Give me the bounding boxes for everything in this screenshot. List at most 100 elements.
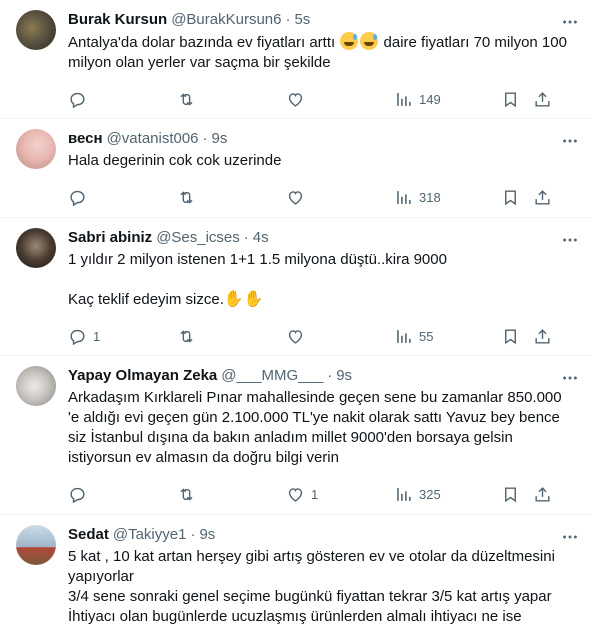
heart-icon: [288, 329, 303, 344]
retweet-button[interactable]: [177, 327, 286, 346]
tweet-time[interactable]: 9s: [199, 525, 215, 545]
separator-dot: ·: [327, 367, 333, 384]
heart-icon: [288, 190, 303, 205]
tweet[interactable]: весн @vatanist006 · 9s Hala degerinin co…: [0, 119, 592, 218]
avatar[interactable]: [16, 129, 56, 169]
views-button[interactable]: 55: [394, 327, 501, 346]
reply-icon: [70, 92, 85, 108]
bookmark-button[interactable]: [501, 188, 533, 207]
reply-icon: [70, 190, 85, 206]
author-handle[interactable]: @BurakKursun6: [171, 10, 281, 30]
sweat-smile-emoji: [360, 32, 379, 50]
tweet-text: Arkadaşım Kırklareli Pınar mahallesinde …: [68, 388, 576, 468]
share-icon: [535, 486, 550, 502]
tweet-text-line: Hala degerinin cok cok uzerinde: [68, 152, 282, 169]
author-handle[interactable]: @Takiyye1: [113, 525, 187, 545]
tweet-time[interactable]: 4s: [253, 228, 269, 248]
author-name[interactable]: Sedat: [68, 525, 109, 545]
views-icon: [397, 190, 411, 204]
bookmark-icon: [505, 328, 516, 344]
author-handle[interactable]: @vatanist006: [107, 129, 199, 149]
tweet-header: Sedat @Takiyye1 · 9s: [68, 525, 576, 545]
tweet-header: Burak Kursun @BurakKursun6 · 5s: [68, 10, 576, 30]
like-button[interactable]: [286, 188, 394, 207]
author-handle[interactable]: @Ses_icses: [156, 228, 240, 248]
avatar[interactable]: [16, 525, 56, 565]
tweet-text-line: İhtiyacı olan bugünlerde ucuzlaşmış ürün…: [68, 608, 522, 625]
bookmark-button[interactable]: [501, 327, 533, 346]
tweet-body: Burak Kursun @BurakKursun6 · 5s Antalya'…: [68, 10, 576, 118]
views-button[interactable]: 318: [394, 188, 501, 207]
tweet-actions: 149: [68, 77, 576, 121]
avatar[interactable]: [16, 10, 56, 50]
views-count: 149: [419, 91, 441, 107]
author-handle[interactable]: @___MMG___: [221, 366, 323, 386]
separator-dot: ·: [285, 11, 291, 28]
more-options-icon[interactable]: [560, 131, 580, 151]
avatar[interactable]: [16, 366, 56, 406]
tweet-time[interactable]: 5s: [294, 10, 310, 30]
tweet-text-part: Antalya'da dolar bazında ev fiyatları ar…: [68, 34, 340, 51]
bookmark-icon: [505, 486, 516, 502]
tweet-text-line: istiyorsun ev almasın da doğru bilgi ver…: [68, 449, 339, 466]
retweet-button[interactable]: [177, 188, 286, 207]
author-name[interactable]: Sabri abiniz: [68, 228, 152, 248]
tweet-text-line: 'e aldığı evi geçen gün 2.100.000 TL'ye …: [68, 409, 560, 426]
tweet-time[interactable]: 9s: [212, 129, 228, 149]
tweet-body: весн @vatanist006 · 9s Hala degerinin co…: [68, 129, 576, 217]
sweat-smile-emoji: [340, 32, 359, 50]
separator-dot: ·: [243, 229, 249, 246]
tweet[interactable]: Burak Kursun @BurakKursun6 · 5s Antalya'…: [0, 0, 592, 119]
tweet-text-line: 5 kat , 10 kat artan herşey gibi artış g…: [68, 548, 555, 565]
tweet[interactable]: Sabri abiniz @Ses_icses · 4s 1 yıldır 2 …: [0, 218, 592, 356]
views-button[interactable]: 149: [394, 90, 501, 109]
bookmark-icon: [505, 189, 516, 205]
tweet-header: Sabri abiniz @Ses_icses · 4s: [68, 228, 576, 248]
tweet-header: весн @vatanist006 · 9s: [68, 129, 576, 149]
like-button[interactable]: [286, 327, 394, 346]
share-button[interactable]: [533, 485, 553, 504]
tweet[interactable]: Yapay Olmayan Zeka @___MMG___ · 9s Arkad…: [0, 356, 592, 515]
bookmark-icon: [505, 91, 516, 107]
reply-icon: [70, 487, 85, 503]
like-button[interactable]: [286, 90, 394, 109]
reply-button[interactable]: [68, 485, 177, 504]
tweet[interactable]: Sedat @Takiyye1 · 9s 5 kat , 10 kat arta…: [0, 515, 592, 628]
retweet-button[interactable]: [177, 90, 286, 109]
tweet-time[interactable]: 9s: [336, 366, 352, 386]
author-name[interactable]: Burak Kursun: [68, 10, 167, 30]
tweet-text: 5 kat , 10 kat artan herşey gibi artış g…: [68, 547, 576, 627]
views-icon: [397, 329, 411, 343]
bookmark-button[interactable]: [501, 90, 533, 109]
retweet-button[interactable]: [177, 485, 286, 504]
tweet-text-line: yapıyorlar: [68, 568, 134, 585]
reply-button[interactable]: [68, 188, 177, 207]
reply-button[interactable]: [68, 90, 177, 109]
tweet-text-blank: [68, 270, 576, 290]
bookmark-button[interactable]: [501, 485, 533, 504]
tweet-actions: 318: [68, 175, 576, 219]
share-button[interactable]: [533, 90, 553, 109]
tweet-text-line: 1 yıldır 2 milyon istenen 1+1 1.5 milyon…: [68, 251, 447, 268]
retweet-icon: [180, 92, 193, 106]
share-button[interactable]: [533, 327, 553, 346]
more-options-icon[interactable]: [560, 527, 580, 547]
views-count: 55: [419, 328, 434, 344]
reply-button[interactable]: 1: [68, 327, 177, 346]
avatar[interactable]: [16, 228, 56, 268]
views-button[interactable]: 325: [394, 485, 501, 504]
share-icon: [535, 91, 550, 107]
like-button[interactable]: 1: [286, 485, 394, 504]
more-options-icon[interactable]: [560, 368, 580, 388]
separator-dot: ·: [202, 130, 208, 147]
share-button[interactable]: [533, 188, 553, 207]
more-options-icon[interactable]: [560, 230, 580, 250]
author-name[interactable]: весн: [68, 129, 103, 149]
timeline-feed: Burak Kursun @BurakKursun6 · 5s Antalya'…: [0, 0, 592, 628]
author-name[interactable]: Yapay Olmayan Zeka: [68, 366, 217, 386]
retweet-icon: [180, 329, 193, 343]
more-options-icon[interactable]: [560, 12, 580, 32]
tweet-header: Yapay Olmayan Zeka @___MMG___ · 9s: [68, 366, 576, 386]
retweet-icon: [180, 190, 193, 204]
tweet-text: 1 yıldır 2 milyon istenen 1+1 1.5 milyon…: [68, 250, 576, 310]
